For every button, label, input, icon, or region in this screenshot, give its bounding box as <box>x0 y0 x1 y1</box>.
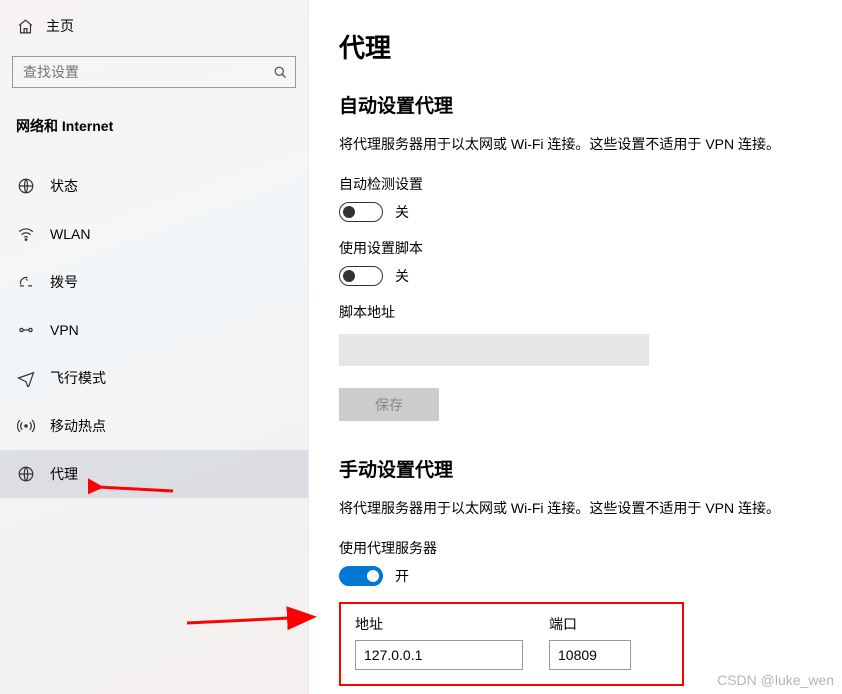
use-script-label: 使用设置脚本 <box>339 238 842 258</box>
sidebar-item-status[interactable]: 状态 <box>0 162 308 210</box>
sidebar-item-hotspot[interactable]: 移动热点 <box>0 402 308 450</box>
home-label: 主页 <box>46 16 74 36</box>
script-address-input[interactable] <box>339 334 649 366</box>
address-label: 地址 <box>355 614 523 634</box>
home-icon <box>16 17 34 35</box>
script-addr-label: 脚本地址 <box>339 302 842 322</box>
globe-icon <box>16 176 36 196</box>
use-script-state: 关 <box>395 266 409 286</box>
nav-list: 状态 WLAN 拨号 VPN 飞行模式 <box>0 162 308 498</box>
wifi-icon <box>16 224 36 244</box>
auto-heading: 自动设置代理 <box>339 91 842 118</box>
use-proxy-label: 使用代理服务器 <box>339 538 842 558</box>
sidebar-item-label: 代理 <box>50 464 78 484</box>
proxy-port-input[interactable] <box>549 640 631 670</box>
save-button: 保存 <box>339 388 439 421</box>
port-label: 端口 <box>549 614 631 634</box>
sidebar: 主页 网络和 Internet 状态 WLAN 拨号 <box>0 0 309 694</box>
manual-heading: 手动设置代理 <box>339 455 842 482</box>
use-proxy-state: 开 <box>395 566 409 586</box>
sidebar-item-label: VPN <box>50 322 79 338</box>
proxy-icon <box>16 464 36 484</box>
sidebar-item-proxy[interactable]: 代理 <box>0 450 308 498</box>
sidebar-item-dialup[interactable]: 拨号 <box>0 258 308 306</box>
proxy-address-input[interactable] <box>355 640 523 670</box>
manual-desc: 将代理服务器用于以太网或 Wi-Fi 连接。这些设置不适用于 VPN 连接。 <box>339 498 842 518</box>
search-box[interactable] <box>12 56 296 88</box>
auto-detect-label: 自动检测设置 <box>339 174 842 194</box>
sidebar-item-vpn[interactable]: VPN <box>0 306 308 354</box>
main-content: 代理 自动设置代理 将代理服务器用于以太网或 Wi-Fi 连接。这些设置不适用于… <box>309 0 842 694</box>
sidebar-item-wlan[interactable]: WLAN <box>0 210 308 258</box>
use-script-toggle[interactable] <box>339 266 383 286</box>
watermark-text: CSDN @luke_wen <box>717 672 834 688</box>
sidebar-item-label: 飞行模式 <box>50 368 106 388</box>
auto-desc: 将代理服务器用于以太网或 Wi-Fi 连接。这些设置不适用于 VPN 连接。 <box>339 134 842 154</box>
sidebar-item-label: 拨号 <box>50 272 78 292</box>
airplane-icon <box>16 368 36 388</box>
auto-detect-toggle[interactable] <box>339 202 383 222</box>
sidebar-item-label: WLAN <box>50 226 90 242</box>
proxy-highlight-box: 地址 端口 <box>339 602 684 686</box>
section-label: 网络和 Internet <box>0 88 308 146</box>
use-proxy-toggle[interactable] <box>339 566 383 586</box>
hotspot-icon <box>16 416 36 436</box>
dialup-icon <box>16 272 36 292</box>
sidebar-item-label: 状态 <box>50 176 78 196</box>
search-icon <box>265 65 295 80</box>
vpn-icon <box>16 320 36 340</box>
page-title: 代理 <box>339 28 842 65</box>
sidebar-item-airplane[interactable]: 飞行模式 <box>0 354 308 402</box>
auto-detect-state: 关 <box>395 202 409 222</box>
home-link[interactable]: 主页 <box>0 12 308 48</box>
sidebar-item-label: 移动热点 <box>50 416 106 436</box>
search-input[interactable] <box>13 64 265 80</box>
